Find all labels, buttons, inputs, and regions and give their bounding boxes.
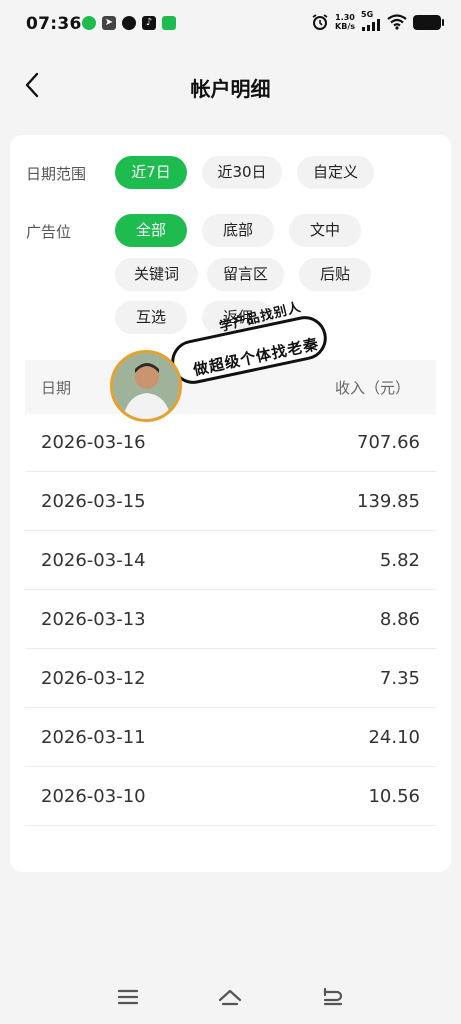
date-option-custom[interactable]: 自定义 xyxy=(297,156,374,189)
table-row: 2026-03-14 5.82 xyxy=(25,532,436,590)
tiktok-icon: ♪ xyxy=(142,16,156,30)
alarm-icon xyxy=(312,14,328,30)
ad-slot-label: 广告位 xyxy=(26,223,72,241)
notification-icons: ➤ ♪ xyxy=(82,16,176,30)
ad-option-keyword[interactable]: 关键词 xyxy=(115,258,198,291)
app-notification-icon xyxy=(82,16,96,30)
battery-icon xyxy=(413,14,444,30)
page-title: 帐户明细 xyxy=(190,77,271,101)
row-date: 2026-03-13 xyxy=(41,609,146,630)
ad-option-in-text[interactable]: 文中 xyxy=(289,214,361,247)
back-nav-icon[interactable] xyxy=(320,986,346,1008)
column-header-date: 日期 xyxy=(41,379,72,397)
table-row: 2026-03-12 7.35 xyxy=(25,650,436,708)
date-option-7days[interactable]: 近7日 xyxy=(115,156,187,189)
system-icons: 1.30 KB/s 5G xyxy=(311,10,444,31)
qq-icon xyxy=(122,16,136,30)
ad-option-mutual[interactable]: 互选 xyxy=(115,301,187,334)
row-date: 2026-03-10 xyxy=(41,786,146,807)
row-date: 2026-03-12 xyxy=(41,668,146,689)
status-bar: 07:36 ➤ ♪ 1.30 KB/s 5G xyxy=(0,0,461,48)
ad-option-rebate[interactable]: 返佣 xyxy=(202,301,274,334)
home-icon[interactable] xyxy=(217,986,243,1008)
column-header-income: 收入（元） xyxy=(334,379,410,397)
row-income: 8.86 xyxy=(379,609,420,630)
row-date: 2026-03-14 xyxy=(41,550,146,571)
signal-icon xyxy=(362,19,380,31)
row-income: 5.82 xyxy=(379,550,420,571)
system-nav-bar xyxy=(0,976,461,1024)
row-date: 2026-03-15 xyxy=(41,491,146,512)
wifi-icon xyxy=(387,14,407,30)
row-income: 10.56 xyxy=(368,786,420,807)
date-option-30days[interactable]: 近30日 xyxy=(202,156,282,189)
net-speed-unit: KB/s xyxy=(335,22,355,31)
status-time: 07:36 xyxy=(26,14,82,34)
ad-option-comments[interactable]: 留言区 xyxy=(207,258,284,291)
table-row: 2026-03-10 10.56 xyxy=(25,768,436,826)
ad-option-all[interactable]: 全部 xyxy=(115,214,187,247)
table-row: 2026-03-16 707.66 xyxy=(25,414,436,472)
ad-option-post-roll[interactable]: 后贴 xyxy=(299,258,371,291)
arrow-icon: ➤ xyxy=(102,16,116,30)
table-row: 2026-03-13 8.86 xyxy=(25,591,436,649)
table-row: 2026-03-11 24.10 xyxy=(25,709,436,767)
wechat-icon xyxy=(162,16,176,30)
row-income: 707.66 xyxy=(357,432,420,453)
signal-group: 5G xyxy=(361,10,381,31)
menu-icon[interactable] xyxy=(115,986,141,1008)
row-date: 2026-03-16 xyxy=(41,432,146,453)
network-type: 5G xyxy=(361,10,374,19)
row-income: 139.85 xyxy=(357,491,420,512)
net-speed: 1.30 KB/s xyxy=(335,13,355,31)
row-income: 7.35 xyxy=(379,668,420,689)
table-header: 日期 收入（元） xyxy=(25,360,436,414)
row-income: 24.10 xyxy=(368,727,420,748)
net-speed-value: 1.30 xyxy=(335,13,355,22)
details-card: 日期范围 近7日 近30日 自定义 广告位 全部 底部 文中 关键词 留言区 后… xyxy=(10,135,451,872)
row-date: 2026-03-11 xyxy=(41,727,146,748)
table-row: 2026-03-15 139.85 xyxy=(25,473,436,531)
date-range-label: 日期范围 xyxy=(26,165,87,183)
ad-option-bottom[interactable]: 底部 xyxy=(202,214,274,247)
